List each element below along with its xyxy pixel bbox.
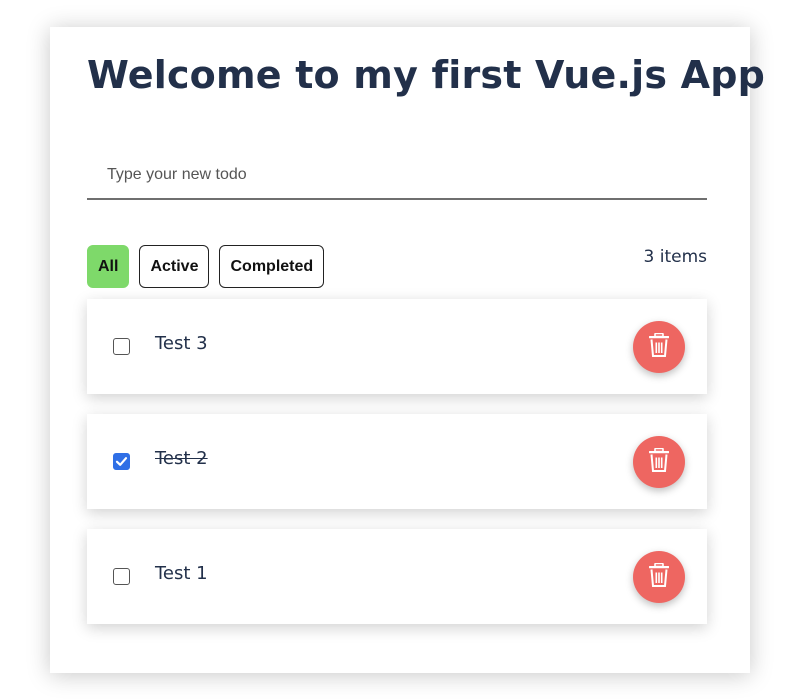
filter-active-button[interactable]: Active: [139, 245, 210, 288]
todo-item: Test 2: [87, 414, 707, 509]
todo-checkbox[interactable]: [113, 453, 130, 470]
filter-bar: All Active Completed: [87, 245, 325, 288]
filter-completed-button[interactable]: Completed: [219, 245, 325, 288]
page-title: Welcome to my first Vue.js App: [87, 53, 765, 97]
filter-all-button[interactable]: All: [87, 245, 130, 288]
items-count: 3 items: [643, 247, 707, 267]
todo-text: Test 1: [155, 563, 208, 584]
delete-button[interactable]: [633, 321, 685, 373]
todo-item: Test 3: [87, 299, 707, 394]
todo-item: Test 1: [87, 529, 707, 624]
app-card: Welcome to my first Vue.js App All Activ…: [50, 27, 765, 673]
todo-text: Test 2: [155, 448, 208, 469]
trash-icon: [648, 447, 670, 476]
trash-icon: [648, 332, 670, 361]
new-todo-input[interactable]: [87, 152, 707, 200]
trash-icon: [648, 562, 670, 591]
delete-button[interactable]: [633, 436, 685, 488]
todo-list: Test 3 Test 2 Test 1: [87, 299, 707, 644]
delete-button[interactable]: [633, 551, 685, 603]
todo-text: Test 3: [155, 333, 208, 354]
todo-checkbox[interactable]: [113, 338, 130, 355]
todo-checkbox[interactable]: [113, 568, 130, 585]
